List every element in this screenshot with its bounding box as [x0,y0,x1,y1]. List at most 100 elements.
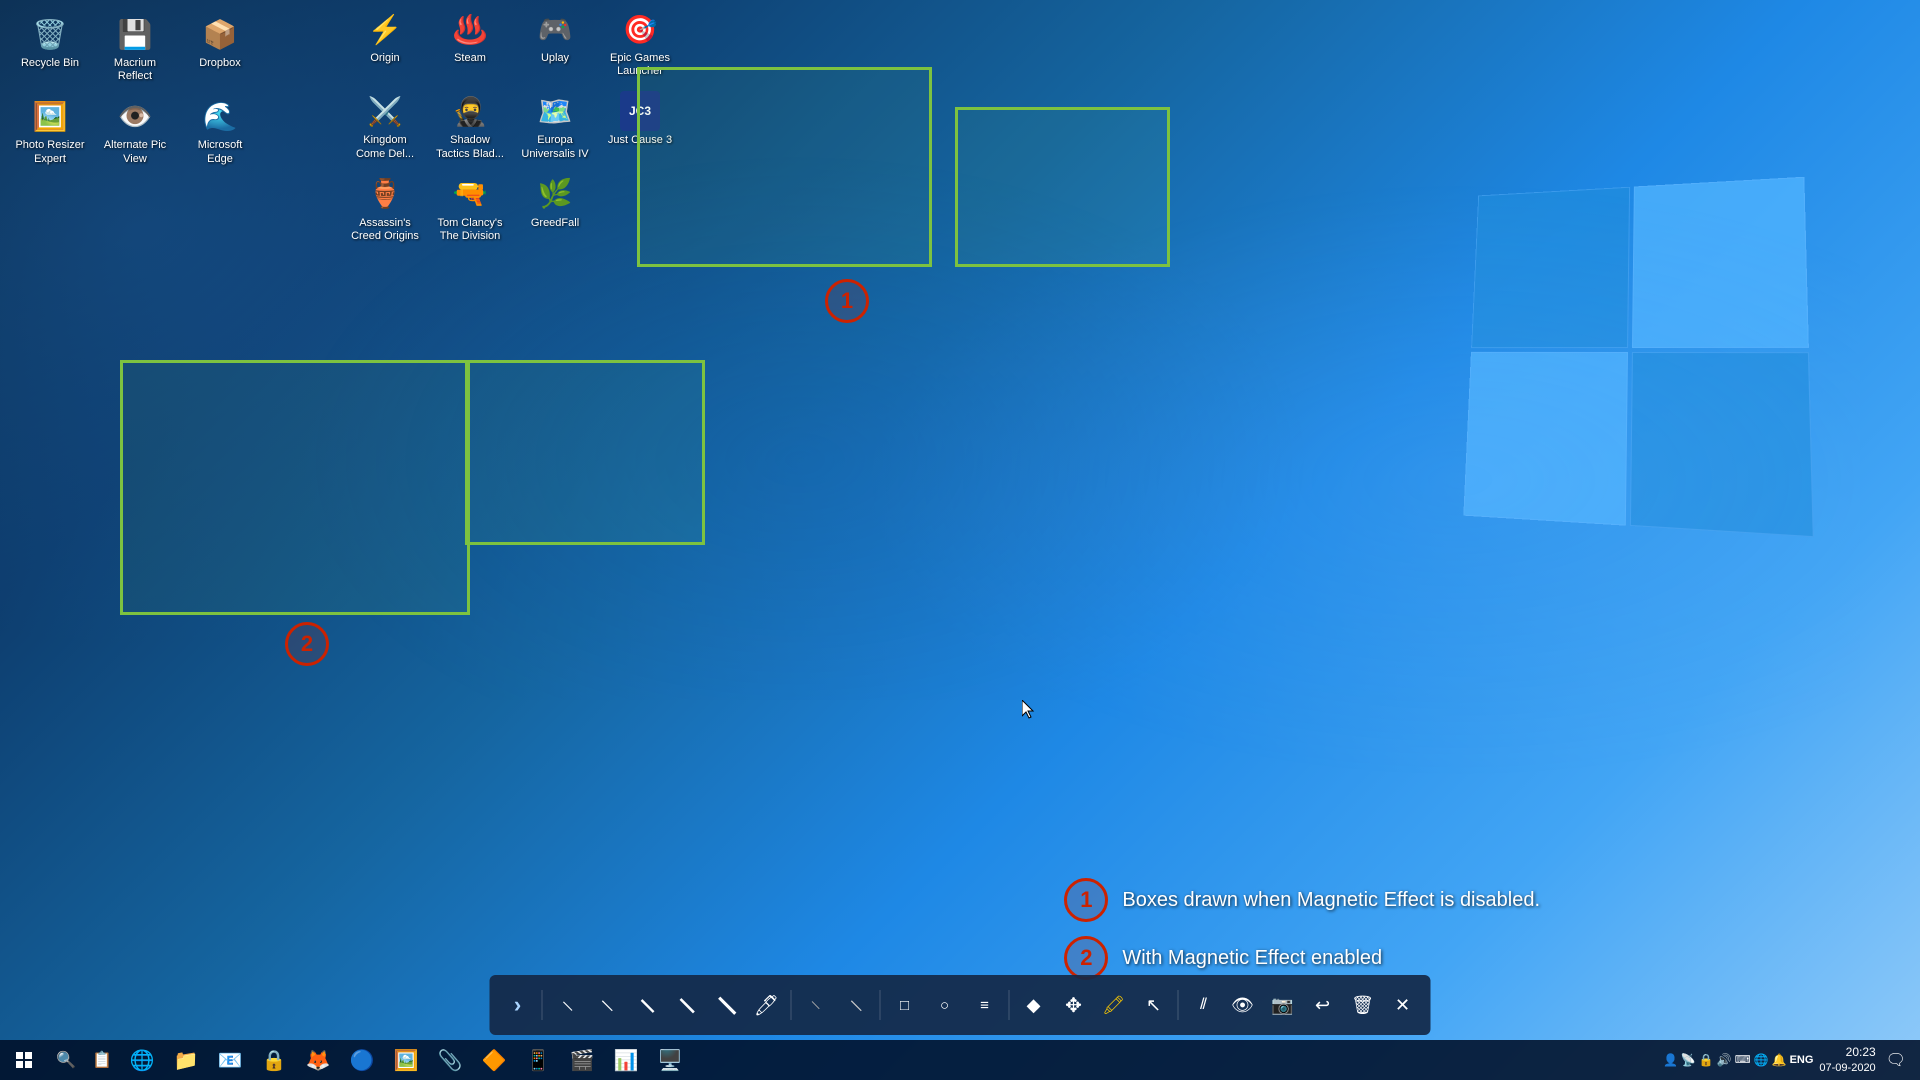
assassins-image: 🏺 [365,174,405,214]
game-row-1: ⚡ Origin ♨️ Steam 🎮 Uplay 🎯 Epic Games L… [345,5,680,82]
origin-icon[interactable]: ⚡ Origin [345,5,425,82]
shadow-icon[interactable]: 🥷 Shadow Tactics Blad... [430,87,510,164]
kingdom-label: Kingdom Come Del... [349,134,421,160]
mouse-cursor [1022,700,1036,720]
taskbar-icon-network[interactable]: 📡 [1681,1053,1696,1067]
division-label: Tom Clancy's The Division [434,217,506,243]
uplay-label: Uplay [541,52,569,65]
toolbar-separator-5 [1178,990,1179,1020]
taskbar-start-button[interactable] [0,1040,48,1080]
assassins-icon[interactable]: 🏺 Assassin's Creed Origins [345,170,425,247]
taskbar-icon-volume[interactable]: 🔊 [1717,1053,1732,1067]
taskbar-right-area: 👤 📡 🔒 🔊 ⌨ 🌐 🔔 ENG 20:23 07-09-2020 🗨 [1663,1045,1920,1075]
taskbar-app-orange[interactable]: 🔶 [472,1040,516,1080]
toolbar-eye[interactable]: 👁 [1225,987,1261,1023]
europa-label: Europa Universalis IV [519,134,591,160]
kingdom-icon[interactable]: ⚔️ Kingdom Come Del... [345,87,425,164]
green-box-4 [465,360,705,545]
taskbar-app-blue[interactable]: 🔵 [340,1040,384,1080]
toolbar-select[interactable]: ↖ [1136,987,1172,1023]
taskbar-search[interactable]: 🔍 [48,1042,84,1078]
annotation-toolbar: › | | | | | 🖊 | | □ ○ ≡ ◆ ✥ 🖍 ↖ // 👁 📷 ↩… [490,975,1431,1035]
toolbar-highlight[interactable]: 🖍 [1096,987,1132,1023]
green-box-1 [637,67,932,267]
taskbar-app-edge[interactable]: 🌐 [120,1040,164,1080]
edge-label: Microsoft Edge [184,139,256,165]
europa-icon[interactable]: 🗺️ Europa Universalis IV [515,87,595,164]
toolbar-close[interactable]: ✕ [1385,987,1421,1023]
toolbar-undo[interactable]: ↩ [1305,987,1341,1023]
steam-icon[interactable]: ♨️ Steam [430,5,510,82]
toolbar-move[interactable]: ✥ [1056,987,1092,1023]
taskbar: 🔍 📋 🌐 📁 📧 🔒 🦊 🔵 🖼️ 📎 🔶 📱 🎬 📊 🖥️ 👤 📡 🔒 🔊 … [0,1040,1920,1080]
taskbar-icon-keyboard[interactable]: ⌨ [1735,1053,1751,1066]
photo-resizer-label: Photo Resizer Expert [14,139,86,165]
taskbar-app-mail[interactable]: 📧 [208,1040,252,1080]
taskbar-icon-person[interactable]: 👤 [1663,1053,1678,1067]
taskbar-app-img[interactable]: 🖼️ [384,1040,428,1080]
division-icon[interactable]: 🔫 Tom Clancy's The Division [430,170,510,247]
annotation-circle-2: 2 [285,622,329,666]
photo-resizer-icon[interactable]: 🖼️ Photo Resizer Expert [10,92,90,169]
recycle-bin-label: Recycle Bin [21,57,79,70]
macrium-image: 💾 [115,14,155,54]
recycle-bin-icon[interactable]: 🗑️ Recycle Bin [10,10,90,87]
assassins-label: Assassin's Creed Origins [349,217,421,243]
taskbar-icon-globe[interactable]: 🌐 [1754,1053,1769,1067]
alternate-pic-image: 👁️ [115,96,155,136]
toolbar-pen-thick1[interactable]: | [701,980,752,1031]
uplay-icon[interactable]: 🎮 Uplay [515,5,595,82]
division-image: 🔫 [450,174,490,214]
taskbar-taskview[interactable]: 📋 [84,1042,120,1078]
greedfall-image: 🌿 [535,174,575,214]
taskbar-system-icons: 👤 📡 🔒 🔊 ⌨ 🌐 🔔 ENG [1663,1053,1813,1067]
toolbar-separator-4 [1009,990,1010,1020]
taskbar-app-clip[interactable]: 📎 [428,1040,472,1080]
toolbar-line-light[interactable]: | [830,980,881,1031]
toolbar-hatch[interactable]: // [1185,987,1221,1023]
kingdom-image: ⚔️ [365,91,405,131]
taskbar-icon-lock[interactable]: 🔒 [1699,1053,1714,1067]
macrium-label: Macrium Reflect [99,57,171,83]
recycle-bin-image: 🗑️ [30,14,70,54]
green-box-3 [120,360,470,615]
toolbar-screenshot[interactable]: 📷 [1265,987,1301,1023]
legend-circle-2: 2 [1064,936,1108,980]
toolbar-arrow-btn[interactable]: › [500,987,536,1023]
taskbar-app-chart[interactable]: 📊 [604,1040,648,1080]
taskbar-icon-bell[interactable]: 🔔 [1772,1053,1787,1067]
taskbar-app-video[interactable]: 🎬 [560,1040,604,1080]
alternate-pic-icon[interactable]: 👁️ Alternate Pic View [95,92,175,169]
origin-label: Origin [370,52,399,65]
legend-circle-1: 1 [1064,878,1108,922]
macrium-icon[interactable]: 💾 Macrium Reflect [95,10,175,87]
toolbar-delete[interactable]: 🗑 [1345,987,1381,1023]
toolbar-marker[interactable]: 🖊 [749,987,785,1023]
taskbar-notification-center[interactable]: 🗨 [1882,1050,1910,1070]
greedfall-icon[interactable]: 🌿 GreedFall [515,170,595,247]
shadow-image: 🥷 [450,91,490,131]
icon-row-1: 🗑️ Recycle Bin 💾 Macrium Reflect 📦 Dropb… [10,10,310,87]
legend-item-2: 2 With Magnetic Effect enabled [1064,936,1540,980]
taskbar-app-lock[interactable]: 🔒 [252,1040,296,1080]
greedfall-label: GreedFall [531,217,579,230]
taskbar-lang[interactable]: ENG [1790,1054,1814,1066]
toolbar-fill[interactable]: ◆ [1016,987,1052,1023]
taskbar-app-file[interactable]: 📁 [164,1040,208,1080]
green-box-2 [955,107,1170,267]
taskbar-app-phone[interactable]: 📱 [516,1040,560,1080]
game-row-2: ⚔️ Kingdom Come Del... 🥷 Shadow Tactics … [345,87,680,164]
shadow-label: Shadow Tactics Blad... [434,134,506,160]
dropbox-icon[interactable]: 📦 Dropbox [180,10,260,87]
taskbar-time-value: 20:23 [1819,1045,1875,1061]
desktop-icons-area: 🗑️ Recycle Bin 💾 Macrium Reflect 📦 Dropb… [0,0,320,180]
windows-logo [1460,180,1860,580]
edge-icon[interactable]: 🌊 Microsoft Edge [180,92,260,169]
taskbar-app-screen[interactable]: 🖥️ [648,1040,692,1080]
toolbar-text-tool[interactable]: ≡ [967,987,1003,1023]
taskbar-app-browser[interactable]: 🦊 [296,1040,340,1080]
toolbar-circle-shape[interactable]: ○ [927,987,963,1023]
toolbar-rect-shape[interactable]: □ [887,987,923,1023]
photo-resizer-image: 🖼️ [30,96,70,136]
taskbar-clock[interactable]: 20:23 07-09-2020 [1819,1045,1875,1075]
